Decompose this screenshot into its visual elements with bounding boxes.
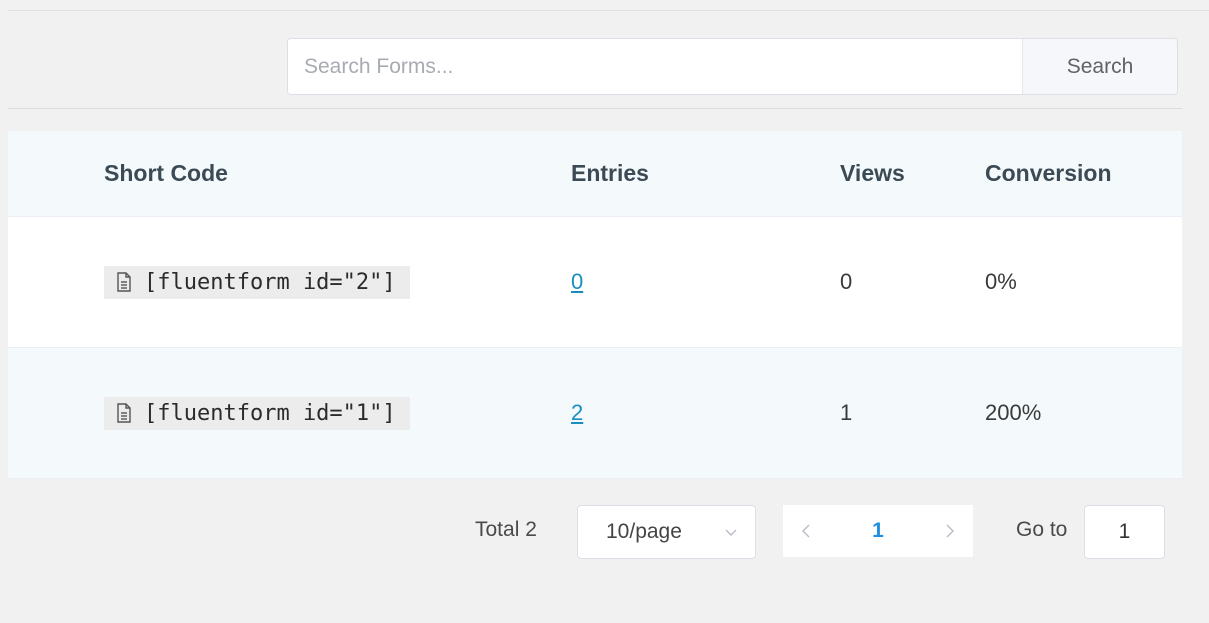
goto-page-input[interactable] [1084, 505, 1165, 559]
pagination: Total 2 10/page 1 Go to [0, 505, 1209, 559]
goto-label: Go to [1016, 518, 1068, 541]
shortcode-text: [fluentform id="2"] [144, 269, 396, 295]
forms-page: Search Short Code Entries Views Conversi… [0, 0, 1209, 623]
shortcode-badge[interactable]: [fluentform id="2"] [104, 265, 410, 299]
table-row: [fluentform id="1"] 2 1 200% [8, 348, 1182, 479]
header-divider [8, 108, 1182, 109]
views-value: 1 [840, 400, 853, 425]
conversion-value: 200% [985, 400, 1042, 425]
entries-link[interactable]: 0 [571, 269, 583, 295]
column-header-conversion[interactable]: Conversion [985, 160, 1112, 187]
forms-table: Short Code Entries Views Conversion [flu… [8, 131, 1182, 479]
conversion-value: 0% [985, 269, 1017, 294]
next-page-button[interactable] [927, 505, 973, 557]
shortcode-badge[interactable]: [fluentform id="1"] [104, 396, 410, 430]
views-value: 0 [840, 269, 853, 294]
prev-page-button[interactable] [783, 505, 829, 557]
table-header: Short Code Entries Views Conversion [8, 131, 1182, 217]
search-input[interactable] [288, 39, 1022, 94]
page-navigator: 1 [783, 505, 973, 557]
page-size-select[interactable]: 10/page [577, 505, 756, 559]
document-icon [117, 272, 131, 292]
search-button[interactable]: Search [1022, 39, 1177, 94]
total-count: Total 2 [475, 518, 537, 541]
chevron-left-icon [802, 524, 810, 538]
column-header-views[interactable]: Views [840, 160, 905, 187]
page-size-value: 10/page [606, 520, 682, 543]
page-number-active[interactable]: 1 [829, 519, 927, 543]
search-group: Search [287, 38, 1178, 95]
table-row: [fluentform id="2"] 0 0 0% [8, 217, 1182, 348]
entries-link[interactable]: 2 [571, 400, 583, 426]
column-header-short-code[interactable]: Short Code [104, 160, 228, 187]
document-icon [117, 403, 131, 423]
top-divider [8, 10, 1209, 11]
shortcode-text: [fluentform id="1"] [144, 400, 396, 426]
chevron-down-icon [725, 529, 737, 536]
chevron-right-icon [946, 524, 954, 538]
column-header-entries[interactable]: Entries [571, 160, 649, 187]
